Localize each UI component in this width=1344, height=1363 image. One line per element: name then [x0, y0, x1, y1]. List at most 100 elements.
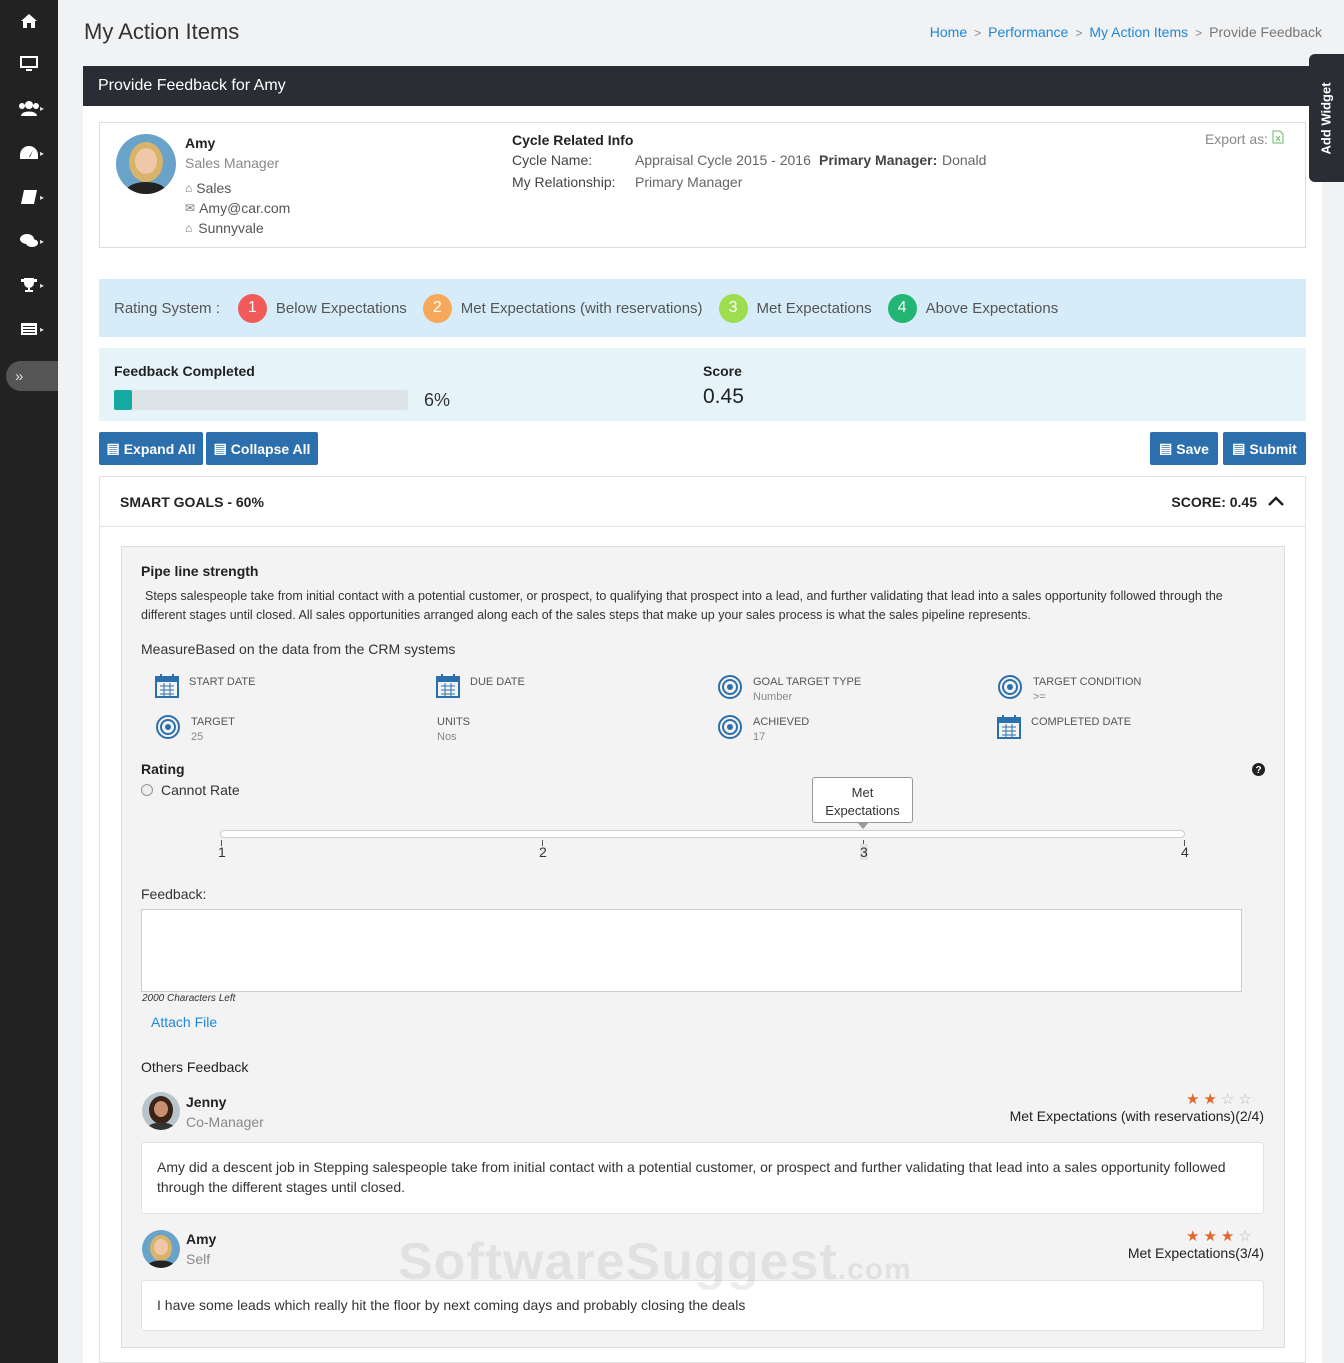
progress-bar	[114, 390, 408, 410]
submit-button[interactable]: ▤ Submit	[1223, 432, 1306, 465]
excel-icon[interactable]	[1272, 130, 1284, 147]
star-empty-icon: ☆	[1220, 1091, 1239, 1108]
target-condition-label: TARGET CONDITION	[1033, 676, 1142, 688]
goals-header[interactable]: SMART GOALS - 60% SCORE: 0.45	[100, 477, 1305, 527]
reviewer-rating-text: Met Expectations(3/4)	[1127, 1245, 1264, 1261]
collapse-all-button[interactable]: ▤ Collapse All	[206, 432, 318, 465]
primary-manager: Donald	[942, 152, 987, 168]
rating-level-2: 2 Met Expectations (with reservations)	[422, 293, 703, 323]
target-value: 25	[191, 731, 204, 743]
star-icon: ★	[1186, 1228, 1204, 1245]
help-icon[interactable]: ?	[1252, 763, 1265, 779]
calendar-icon	[155, 673, 179, 702]
progress-box: Feedback Completed 6% Score 0.45	[99, 348, 1306, 421]
slider-tick-label: 4	[1181, 844, 1189, 860]
monitor-icon[interactable]	[0, 52, 58, 76]
expand-all-button[interactable]: ▤ Expand All	[99, 432, 203, 465]
goal-measure: MeasureBased on the data from the CRM sy…	[141, 641, 456, 657]
home-icon[interactable]	[0, 9, 58, 33]
breadcrumb-home[interactable]: Home	[930, 24, 967, 42]
rating-level-4: 4 Above Expectations	[887, 293, 1058, 323]
email-icon: ✉	[185, 201, 196, 215]
calendar-icon	[997, 714, 1021, 743]
watermark: SoftwareSuggest.com	[398, 1233, 912, 1291]
goal-target-type-value: Number	[753, 691, 793, 703]
primary-manager-label: Primary Manager:	[819, 152, 938, 168]
slider-tick-label: 1	[218, 844, 226, 860]
attach-file-link[interactable]: Attach File	[151, 1014, 217, 1030]
panel-title: Provide Feedback for Amy	[83, 66, 1344, 106]
feedback-textarea[interactable]	[141, 909, 1242, 992]
reviewer-name: Amy	[186, 1231, 217, 1247]
goals-title: SMART GOALS - 60%	[120, 493, 264, 510]
star-icon: ★	[1203, 1091, 1221, 1108]
calendar-icon	[436, 673, 460, 702]
target-icon	[717, 714, 743, 743]
breadcrumb-performance[interactable]: Performance	[988, 24, 1068, 42]
reviewer-name: Jenny	[186, 1094, 227, 1110]
score-label: Score	[703, 363, 742, 379]
trophy-icon[interactable]: ▸	[0, 273, 58, 297]
others-feedback-label: Others Feedback	[141, 1059, 249, 1075]
feedback-label: Feedback:	[141, 886, 207, 902]
slider-tick-label: 3	[860, 844, 868, 860]
rating-level-3: 3 Met Expectations	[718, 293, 872, 323]
completed-date-label: COMPLETED DATE	[1031, 716, 1132, 728]
achieved-value: 17	[753, 731, 766, 743]
comments-icon[interactable]: ▸	[0, 229, 58, 253]
start-date-label: START DATE	[189, 676, 256, 688]
employee-card: Amy Sales Manager ⌂ Sales ✉ Amy@car.com …	[99, 122, 1306, 248]
star-icon: ★	[1186, 1091, 1204, 1108]
avatar	[116, 134, 176, 194]
cannot-rate-radio[interactable]	[141, 784, 153, 796]
breadcrumb: Home > Performance > My Action Items > P…	[929, 24, 1322, 42]
employee-name: Amy	[185, 135, 216, 151]
star-icon: ★	[1220, 1228, 1239, 1245]
relationship-label: My Relationship:	[512, 174, 616, 190]
slider-tick-label: 2	[539, 844, 547, 860]
rating-slider[interactable]	[220, 830, 1185, 838]
rating-system-label: Rating System :	[114, 299, 220, 317]
cycle-heading: Cycle Related Info	[512, 132, 634, 148]
add-widget-button[interactable]: Add Widget	[1309, 54, 1344, 182]
feedback-completed-label: Feedback Completed	[114, 363, 255, 379]
target-icon	[717, 674, 743, 703]
rating-tooltip: Met Expectations	[812, 777, 913, 823]
expand-sidebar-icon[interactable]: »	[6, 361, 58, 391]
save-button[interactable]: ▤ Save	[1150, 432, 1218, 465]
svg-text:?: ?	[1255, 765, 1261, 776]
export-label: Export as:	[1204, 130, 1268, 147]
list-icon[interactable]: ▸	[0, 317, 58, 341]
star-rating: ★★★☆	[1186, 1227, 1256, 1245]
goal-description: Steps salespeople take from initial cont…	[141, 589, 1223, 622]
users-icon[interactable]: ▸	[0, 96, 58, 120]
goal-name: Pipe line strength	[141, 563, 259, 579]
avatar	[142, 1092, 180, 1130]
save-disk-icon: ▤	[1159, 440, 1173, 456]
target-condition-value: >=	[1033, 691, 1046, 703]
location-icon: ⌂	[185, 221, 193, 235]
breadcrumb-current: Provide Feedback	[1209, 24, 1322, 40]
reviewer-role: Self	[186, 1251, 211, 1267]
characters-left: 2000 Characters Left	[142, 993, 236, 1004]
progress-percent: 6%	[424, 390, 451, 410]
target-icon	[155, 714, 181, 743]
breadcrumb-my-action-items[interactable]: My Action Items	[1089, 24, 1188, 42]
chevron-up-icon[interactable]	[1267, 494, 1285, 510]
goals-score: SCORE: 0.45	[1171, 493, 1257, 510]
tooltip-arrow	[857, 822, 869, 829]
employee-role: Sales Manager	[185, 155, 280, 171]
target-icon	[997, 674, 1023, 703]
cycle-name-label: Cycle Name:	[512, 152, 593, 168]
employee-location: Sunnyvale	[198, 220, 264, 236]
rating-label: Rating	[141, 761, 185, 777]
sidebar: ▸ ▸ ▸ ▸ ▸ ▸ »	[0, 0, 58, 1363]
rating-system-bar: Rating System : 1 Below Expectations 2 M…	[99, 279, 1306, 337]
star-icon: ★	[1203, 1228, 1221, 1245]
due-date-label: DUE DATE	[470, 676, 525, 688]
progress-fill	[114, 390, 132, 410]
cycle-name: Appraisal Cycle 2015 - 2016	[635, 152, 811, 168]
book-icon[interactable]: ▸	[0, 185, 58, 209]
dashboard-icon[interactable]: ▸	[0, 141, 58, 165]
employee-email: Amy@car.com	[199, 200, 291, 216]
